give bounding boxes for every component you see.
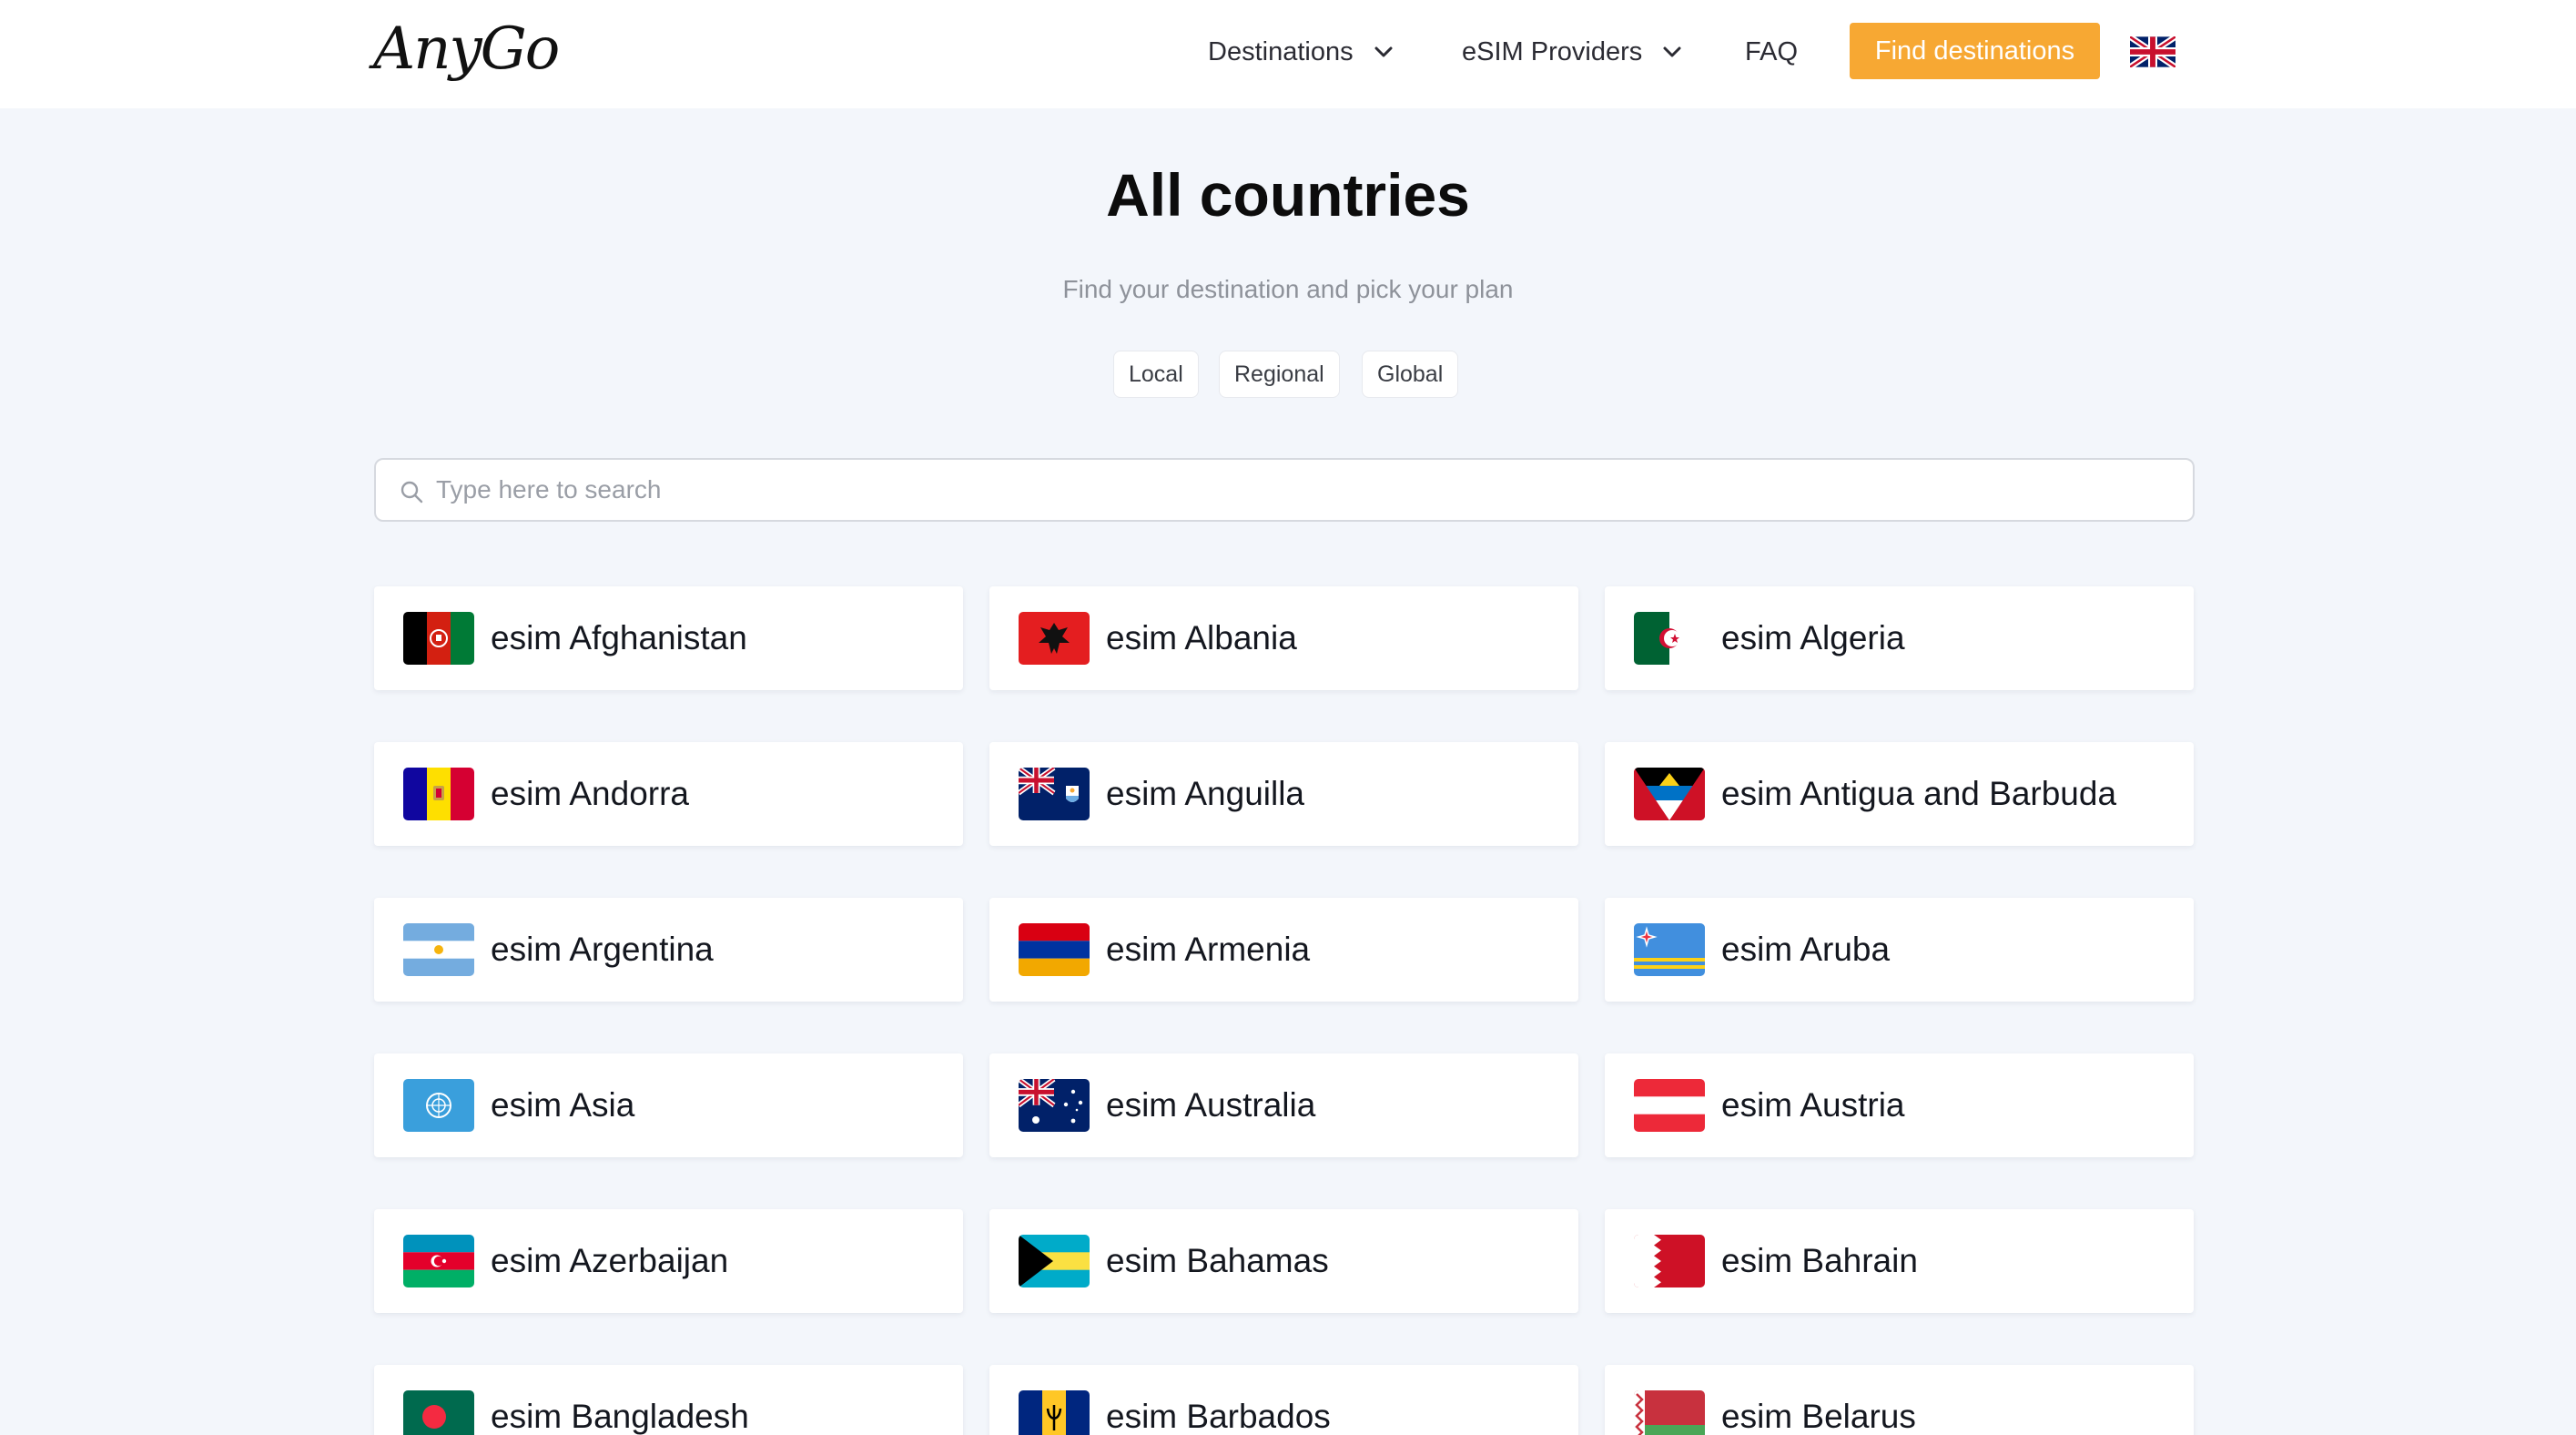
nav-destinations[interactable]: Destinations xyxy=(1208,0,1394,104)
andorra-flag-icon xyxy=(403,768,474,820)
country-card-label: esim Andorra xyxy=(491,775,689,812)
armenia-flag-icon xyxy=(1019,923,1090,976)
top-navbar: AnyGo Destinations eSIM Providers FAQ Fi… xyxy=(0,0,2576,108)
country-card[interactable]: esim Bahamas xyxy=(989,1209,1578,1313)
page-subtitle: Find your destination and pick your plan xyxy=(1062,275,1514,303)
nav-esim-providers[interactable]: eSIM Providers xyxy=(1462,0,1682,104)
bahrain-flag-icon xyxy=(1634,1235,1705,1287)
albania-flag-icon xyxy=(1019,612,1090,665)
aruba-flag-icon xyxy=(1634,923,1705,976)
chevron-down-icon xyxy=(1663,46,1681,57)
country-card[interactable]: esim Belarus xyxy=(1605,1365,2194,1435)
page-title: All countries xyxy=(1106,161,1470,229)
country-card[interactable]: esim Afghanistan xyxy=(374,586,963,690)
country-card[interactable]: esim Asia xyxy=(374,1053,963,1157)
country-card[interactable]: esim Azerbaijan xyxy=(374,1209,963,1313)
chevron-down-icon xyxy=(1374,46,1393,57)
country-card-label: esim Afghanistan xyxy=(491,619,747,656)
find-destinations-button[interactable]: Find destinations xyxy=(1850,23,2100,79)
anygo-logo[interactable]: AnyGo xyxy=(373,13,560,86)
country-card-label: esim Belarus xyxy=(1721,1398,1916,1435)
nav-destinations-label: Destinations xyxy=(1208,36,1354,66)
nav-esim-providers-label: eSIM Providers xyxy=(1462,36,1643,66)
asia-flag-icon xyxy=(403,1079,474,1132)
nav-faq-label: FAQ xyxy=(1745,36,1799,66)
country-card-label: esim Argentina xyxy=(491,931,714,968)
country-card-label: esim Austria xyxy=(1721,1086,1905,1124)
country-card[interactable]: esim Austria xyxy=(1605,1053,2194,1157)
country-card[interactable]: esim Argentina xyxy=(374,898,963,1002)
country-card-label: esim Antigua and Barbuda xyxy=(1721,775,2117,812)
search-input[interactable] xyxy=(436,467,2165,513)
country-card[interactable]: esim Bangladesh xyxy=(374,1365,963,1435)
antigua-flag-icon xyxy=(1634,768,1705,820)
filter-global[interactable]: Global xyxy=(1362,351,1459,398)
country-card-label: esim Bangladesh xyxy=(491,1398,749,1435)
uk-flag-icon[interactable] xyxy=(2130,36,2175,67)
bahamas-flag-icon xyxy=(1019,1235,1090,1287)
country-card[interactable]: esim Barbados xyxy=(989,1365,1578,1435)
search-icon xyxy=(401,481,423,504)
afghanistan-flag-icon xyxy=(403,612,474,665)
australia-flag-icon xyxy=(1019,1079,1090,1132)
country-card-label: esim Armenia xyxy=(1106,931,1311,968)
country-card[interactable]: esim Albania xyxy=(989,586,1578,690)
argentina-flag-icon xyxy=(403,923,474,976)
nav-faq[interactable]: FAQ xyxy=(1745,0,1798,104)
country-card-label: esim Bahrain xyxy=(1721,1242,1918,1279)
country-card-label: esim Asia xyxy=(491,1086,635,1124)
country-card[interactable]: esim Armenia xyxy=(989,898,1578,1002)
anguilla-flag-icon xyxy=(1019,768,1090,820)
austria-flag-icon xyxy=(1634,1079,1705,1132)
filter-regional[interactable]: Regional xyxy=(1219,351,1340,398)
country-card[interactable]: esim Algeria xyxy=(1605,586,2194,690)
barbados-flag-icon xyxy=(1019,1390,1090,1435)
search-bar[interactable] xyxy=(374,458,2195,522)
country-card-label: esim Albania xyxy=(1106,619,1297,656)
algeria-flag-icon xyxy=(1634,612,1705,665)
country-card-label: esim Aruba xyxy=(1721,931,1891,968)
country-card-label: esim Anguilla xyxy=(1106,775,1305,812)
region-filter-tabs: Local Regional Global xyxy=(0,351,2576,398)
country-card[interactable]: esim Bahrain xyxy=(1605,1209,2194,1313)
bangladesh-flag-icon xyxy=(403,1390,474,1435)
filter-local[interactable]: Local xyxy=(1113,351,1199,398)
country-card-label: esim Algeria xyxy=(1721,619,1905,656)
belarus-flag-icon xyxy=(1634,1390,1705,1435)
azerbaijan-flag-icon xyxy=(403,1235,474,1287)
country-card[interactable]: esim Australia xyxy=(989,1053,1578,1157)
country-card[interactable]: esim Antigua and Barbuda xyxy=(1605,742,2194,846)
country-card-label: esim Barbados xyxy=(1106,1398,1331,1435)
country-card[interactable]: esim Anguilla xyxy=(989,742,1578,846)
country-card[interactable]: esim Aruba xyxy=(1605,898,2194,1002)
country-card-label: esim Bahamas xyxy=(1106,1242,1329,1279)
country-card-label: esim Australia xyxy=(1106,1086,1316,1124)
country-card[interactable]: esim Andorra xyxy=(374,742,963,846)
country-card-label: esim Azerbaijan xyxy=(491,1242,729,1279)
